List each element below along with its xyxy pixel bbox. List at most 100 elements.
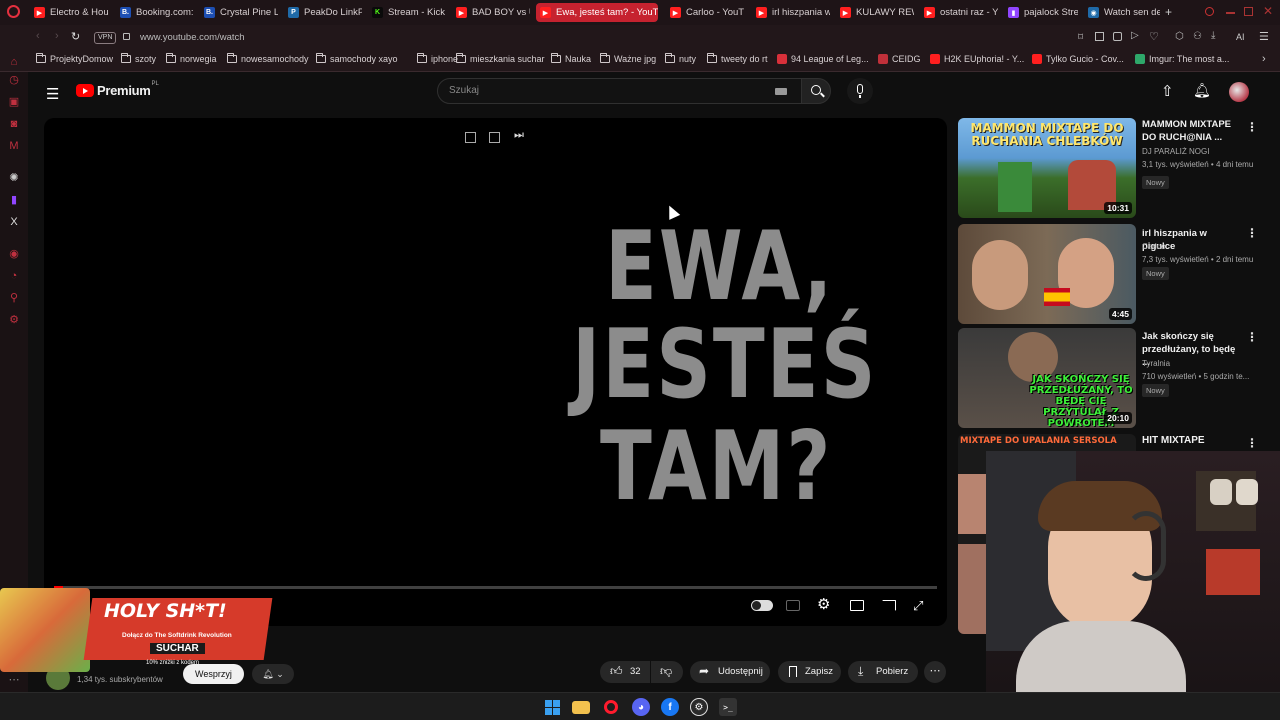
bookmark-item[interactable]: mieszkania suchar [456,53,545,64]
browser-tab[interactable]: B. Crystal Pine L [200,3,278,22]
bookmark-item[interactable]: iphone [417,53,458,64]
play-icon[interactable]: ▷ [1131,30,1139,41]
hamburger-menu-icon[interactable]: ☰ [46,85,59,103]
like-button[interactable]: 👍︎ 32 [600,661,650,683]
browser-tab[interactable]: ▶ BAD BOY vs U [452,3,530,22]
notifications-bell-icon[interactable]: 🔔︎ [1193,82,1211,99]
browser-tab[interactable]: ▶ Carloo - YouT [666,3,744,22]
steam-icon[interactable]: ⚙ [690,698,708,716]
extensions-icon[interactable]: ⬡ [1175,31,1184,42]
bookmark-item[interactable]: H2K EUphoria! - Y... [930,54,1024,64]
new-tab-button[interactable]: + [1165,5,1172,19]
vpn-badge[interactable]: VPN [94,32,117,44]
upload-icon[interactable]: ⇧ [1161,82,1174,100]
maximize-icon[interactable] [1244,7,1253,16]
keyboard-icon[interactable] [775,88,787,95]
share-button[interactable]: ➦ Udostępnij [690,661,770,683]
forward-icon[interactable]: › [55,30,59,42]
sidebar-chatgpt-icon[interactable]: ✺ [8,172,20,184]
subtitles-icon[interactable] [786,600,800,611]
video-title[interactable]: HIT MIXTAPE [1142,434,1242,447]
bookmark-item[interactable]: Ważne jpg [600,53,656,64]
sidebar-home-icon[interactable]: ⌂ [8,56,20,68]
avatar[interactable] [1229,82,1249,102]
autoplay-toggle[interactable] [751,600,773,611]
close-window-icon[interactable]: ✕ [1263,4,1273,18]
browser-tab[interactable]: B. Booking.com: [116,3,194,22]
browser-tab[interactable]: P PeakDo LinkP [284,3,362,22]
recommendation-item[interactable]: JAK SKOŃCZY SIĘ PRZEDŁUŻANY, TO BĘDĘ CIĘ… [958,328,1258,428]
downloads-icon[interactable]: ⤓ [1211,30,1215,41]
next-icon[interactable]: ⏭︎ [514,129,524,142]
bookmark-item[interactable]: norwegia [166,53,217,64]
sidebar-wallet-icon[interactable]: ▣ [8,96,20,108]
more-vert-icon[interactable]: ⋮ [1246,436,1258,450]
facebook-icon[interactable]: f [661,698,679,716]
snapshot-icon[interactable] [1095,32,1104,41]
browser-tab[interactable]: ▶ irl hiszpania w [752,3,830,22]
browser-tab[interactable]: ▶ ostatni raz - Y [920,3,998,22]
voice-search-button[interactable] [847,78,873,104]
terminal-icon[interactable]: >_ [719,698,737,716]
url-field[interactable]: www.youtube.com/watch [140,32,245,43]
heart-icon[interactable]: ♡ [1149,30,1159,43]
settings-icon[interactable]: ⚙ [817,595,830,613]
browser-menu-icon[interactable]: ☰ [1259,30,1269,43]
bookmark-item[interactable]: samochody xayo [316,53,398,64]
more-actions-button[interactable]: ⋯ [924,661,946,683]
bookmark-item[interactable]: Nauka [551,53,591,64]
browser-tab[interactable]: ▶ Ewa, jesteś tam? - YouTu [536,3,658,22]
miniplayer-icon[interactable] [465,132,476,143]
recommendation-item[interactable]: 4:45 irl hiszpania w pigułce Carloo 7,3 … [958,224,1258,324]
channel-name[interactable]: Carloo [1142,241,1253,252]
dislike-button[interactable]: 👎︎ [651,661,683,683]
fullscreen-icon[interactable]: ⤢ [913,598,923,614]
save-button[interactable]: Zapisz [778,661,841,683]
bookmark-item[interactable]: tweety do rt [707,53,768,64]
bookmark-item[interactable]: nuty [665,53,696,64]
channel-name[interactable]: Tyralnia [1142,358,1249,369]
browser-tab[interactable]: ◉ Watch sen der [1084,3,1160,22]
opera-logo-icon[interactable] [7,5,20,18]
easy-setup-icon[interactable]: ⚇ [1193,31,1202,42]
sidebar-more-icon[interactable]: ⋯ [8,674,20,686]
more-vert-icon[interactable]: ⋮ [1246,226,1258,240]
reload-icon[interactable]: ↻ [71,30,80,43]
search-input[interactable]: Szukaj [449,85,479,96]
bookmark-page-icon[interactable]: ⌑ [1078,32,1083,43]
search-box[interactable]: Szukaj [437,78,807,104]
cast-icon[interactable] [882,600,896,611]
video-thumbnail[interactable]: JAK SKOŃCZY SIĘ PRZEDŁUŻANY, TO BĘDĘ CIĘ… [958,328,1136,428]
more-vert-icon[interactable]: ⋮ [1246,120,1258,134]
channel-name[interactable]: DJ PARALIŻ NOGI [1142,146,1253,157]
video-thumbnail[interactable]: MAMMON MIXTAPE DO RUCHANIA CHLEBKÓW 10:3… [958,118,1136,218]
adblock-icon[interactable] [1113,32,1122,41]
bookmark-item[interactable]: CEIDG [878,54,921,64]
discord-icon[interactable]: ◕ [632,698,650,716]
more-vert-icon[interactable]: ⋮ [1246,330,1258,344]
browser-tab[interactable]: K Stream - Kick [368,3,446,22]
search-button[interactable] [801,78,831,104]
bookmark-item[interactable]: Tylko Gucio - Cov... [1032,54,1124,64]
download-button[interactable]: ⤓ Pobierz [848,661,918,683]
back-icon[interactable]: ‹ [36,30,40,42]
browser-tab[interactable]: ▶ Electro & Hous [30,3,108,22]
browser-tab[interactable]: ▶ KULAWY REW [836,3,914,22]
file-explorer-icon[interactable] [572,701,590,714]
sidebar-music-icon[interactable]: ◉ [8,248,20,260]
recommendation-item[interactable]: MAMMON MIXTAPE DO RUCHANIA CHLEBKÓW 10:3… [958,118,1258,218]
sidebar-x-icon[interactable]: X [8,216,20,228]
bookmark-item[interactable]: Imgur: The most a... [1135,54,1229,64]
sidebar-pin-icon[interactable]: ⚲ [8,292,20,304]
theater-mode-icon[interactable] [850,600,864,611]
opera-taskbar-icon[interactable] [602,698,620,716]
video-thumbnail[interactable]: 4:45 [958,224,1136,324]
bookmarks-more-icon[interactable]: › [1262,53,1266,65]
minimize-icon[interactable] [1226,12,1235,14]
youtube-logo[interactable]: Premium PL [76,81,159,98]
browser-tab[interactable]: ▮ pajalock Strea [1004,3,1078,22]
sidebar-gmail-icon[interactable]: M [8,140,20,152]
sidebar-clock-icon[interactable]: ◔ [8,270,20,282]
ai-button[interactable]: AI [1236,32,1245,42]
video-title[interactable]: MAMMON MIXTAPE DO RUCH@NIA ... [1142,118,1242,144]
